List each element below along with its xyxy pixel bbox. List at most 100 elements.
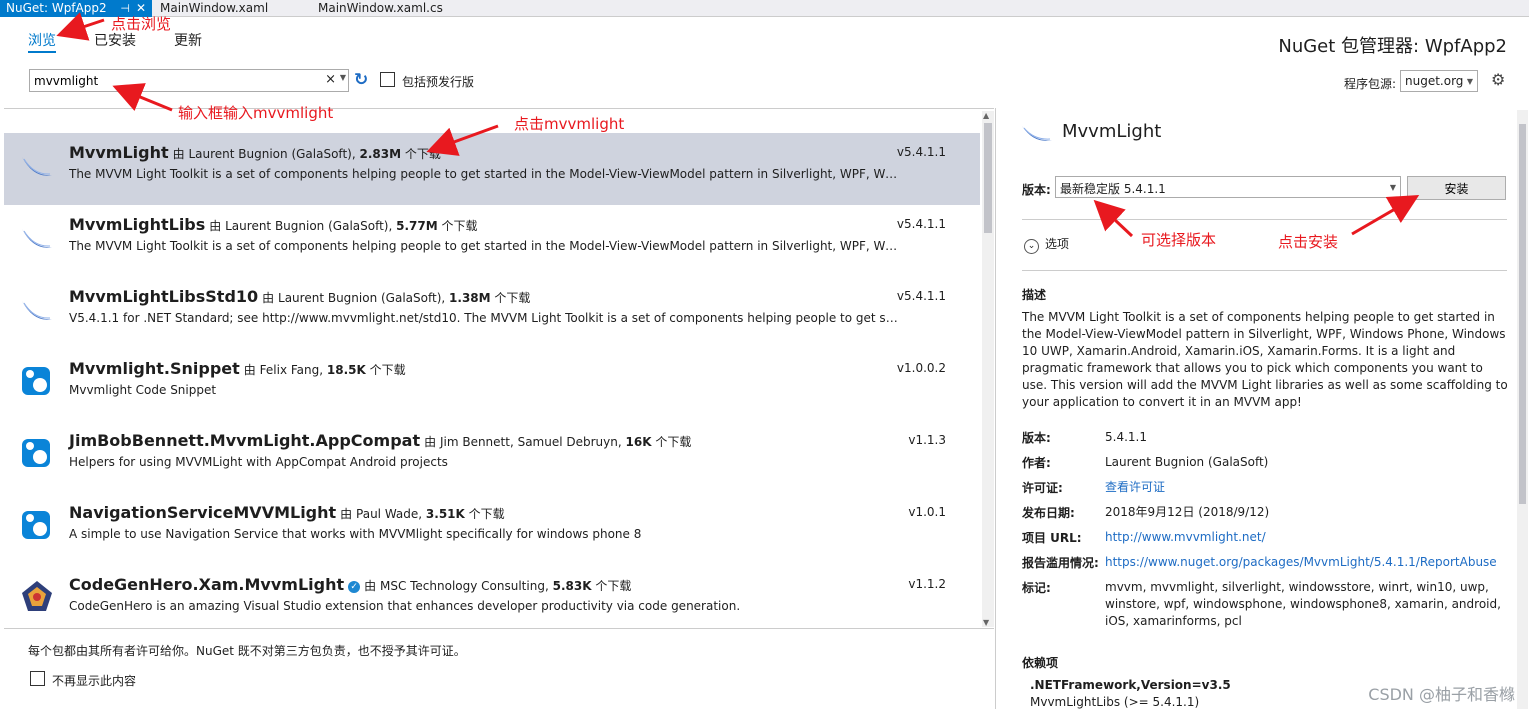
watermark: CSDN @柚子和香橼 — [1368, 685, 1515, 704]
chevron-down-icon: ▼ — [1466, 77, 1473, 86]
package-source-select[interactable]: nuget.org ▼ — [1400, 70, 1478, 92]
detail-title: MvvmLight — [1062, 121, 1162, 142]
tab-label: MainWindow.xaml — [160, 1, 269, 15]
meta-value: 2018年9月12日 (2018/9/12) — [1105, 505, 1270, 519]
package-author: Paul Wade, — [356, 507, 423, 521]
document-tabstrip: NuGet: WpfApp2 ⊣ ✕ MainWindow.xaml MainW… — [0, 0, 1529, 17]
license-link[interactable]: 查看许可证 — [1105, 479, 1505, 496]
scroll-up-icon[interactable]: ▲ — [983, 111, 989, 120]
install-button[interactable]: 安装 — [1407, 176, 1506, 200]
version-select[interactable]: 最新稳定版 5.4.1.1 ▼ — [1055, 176, 1401, 198]
license-note: 每个包都由其所有者许可给你。NuGet 既不对第三方包负责，也不授予其许可证。 — [28, 644, 466, 658]
mvvmlight-logo-icon — [22, 157, 52, 176]
page-title: NuGet 包管理器: WpfApp2 — [1278, 36, 1507, 57]
package-row-1[interactable]: MvvmLightLibs 由 Laurent Bugnion (GalaSoft… — [4, 205, 980, 277]
package-row-2[interactable]: MvvmLightLibsStd10 由 Laurent Bugnion (Gal… — [4, 277, 980, 349]
divider — [1022, 270, 1507, 271]
package-name: CodeGenHero.Xam.MvvmLight — [69, 575, 345, 594]
package-version: v1.0.1 — [908, 505, 946, 519]
report-abuse-link[interactable]: https://www.nuget.org/packages/MvvmLight… — [1105, 554, 1505, 571]
download-suffix: 个下载 — [595, 579, 632, 593]
dependency-group: .NETFramework,Version=v3.5 — [1030, 678, 1231, 692]
gear-icon[interactable]: ⚙ — [1491, 70, 1505, 89]
meta-key: 作者: — [1022, 456, 1051, 470]
nuget-package-icon — [22, 439, 50, 467]
mvvmlight-logo-icon — [1022, 126, 1052, 141]
package-source-value: nuget.org — [1405, 74, 1464, 88]
detail-scrollbar[interactable] — [1517, 110, 1528, 709]
tab-updates[interactable]: 更新 — [174, 30, 202, 50]
package-author: MSC Technology Consulting, — [379, 579, 549, 593]
package-downloads: 16K — [625, 435, 652, 449]
tab-mainwindow-xaml[interactable]: MainWindow.xaml — [154, 0, 268, 17]
package-name: MvvmLightLibs — [69, 215, 206, 234]
package-row-0[interactable]: MvvmLight 由 Laurent Bugnion (GalaSoft), 2… — [4, 133, 980, 205]
package-title-line: CodeGenHero.Xam.MvvmLight ✓ 由 MSC Technolo… — [69, 575, 631, 594]
clear-search-button[interactable]: × — [325, 72, 336, 87]
download-suffix: 个下载 — [441, 219, 478, 233]
package-row-5[interactable]: NavigationServiceMVVMLight 由 Paul Wade, 3… — [4, 493, 980, 565]
by-label: 由 — [209, 219, 222, 233]
package-downloads: 5.77M — [396, 219, 438, 233]
description-text: The MVVM Light Toolkit is a set of compo… — [1022, 310, 1508, 409]
annotation-input-search: 输入框输入mvvmlight — [178, 104, 334, 122]
scroll-down-icon[interactable]: ▼ — [983, 618, 989, 627]
package-name: NavigationServiceMVVMLight — [69, 503, 337, 522]
options-toggle[interactable]: ⌄ 选项 — [1024, 235, 1069, 254]
mvvmlight-logo-icon — [22, 301, 52, 320]
annotation-click-browse: 点击浏览 — [111, 15, 172, 33]
package-list: MvvmLight 由 Laurent Bugnion (GalaSoft), 2… — [4, 108, 994, 628]
package-description: A simple to use Navigation Service that … — [69, 527, 642, 541]
package-downloads: 5.83K — [552, 579, 592, 593]
chevron-down-icon: ▼ — [1389, 183, 1396, 192]
tab-mainwindow-xaml-cs[interactable]: MainWindow.xaml.cs — [312, 0, 443, 17]
by-label: 由 — [424, 435, 437, 449]
tab-browse[interactable]: 浏览 — [28, 30, 56, 53]
package-author: Laurent Bugnion (GalaSoft), — [225, 219, 393, 233]
nuget-package-icon — [22, 367, 50, 395]
package-title-line: NavigationServiceMVVMLight 由 Paul Wade, 3… — [69, 503, 505, 522]
download-suffix: 个下载 — [404, 147, 441, 161]
refresh-icon[interactable]: ↻ — [354, 70, 368, 90]
package-name: Mvvmlight.Snippet — [69, 359, 240, 378]
chevron-down-icon: ⌄ — [1024, 239, 1039, 254]
package-source-label: 程序包源: — [1344, 77, 1397, 91]
chevron-down-icon[interactable]: ▼ — [340, 73, 346, 82]
panel-divider[interactable] — [995, 108, 996, 709]
prerelease-label: 包括预发行版 — [402, 75, 475, 89]
list-scrollbar[interactable]: ▲ ▼ — [982, 111, 994, 627]
package-description: Mvvmlight Code Snippet — [69, 383, 217, 397]
dependency-item: MvvmLightLibs (>= 5.4.1.1) — [1030, 695, 1200, 709]
download-suffix: 个下载 — [468, 507, 505, 521]
nuget-package-icon — [22, 511, 50, 539]
package-version: v1.1.2 — [908, 577, 946, 591]
annotation-click-package: 点击mvvmlight — [514, 115, 625, 133]
by-label: 由 — [262, 291, 275, 305]
verified-icon: ✓ — [348, 581, 361, 593]
scroll-thumb[interactable] — [984, 123, 992, 233]
prerelease-checkbox[interactable] — [380, 72, 395, 87]
package-description: CodeGenHero is an amazing Visual Studio … — [69, 599, 741, 613]
download-suffix: 个下载 — [369, 363, 406, 377]
project-url-link[interactable]: http://www.mvvmlight.net/ — [1105, 529, 1505, 546]
search-input[interactable] — [30, 70, 310, 91]
meta-value: 5.4.1.1 — [1105, 430, 1147, 444]
package-description: The MVVM Light Toolkit is a set of compo… — [69, 239, 899, 253]
scroll-thumb[interactable] — [1519, 124, 1526, 504]
package-row-4[interactable]: JimBobBennett.MvvmLight.AppCompat 由 Jim B… — [4, 421, 980, 493]
package-downloads: 3.51K — [425, 507, 465, 521]
package-name: JimBobBennett.MvvmLight.AppCompat — [69, 431, 421, 450]
package-row-6[interactable]: CodeGenHero.Xam.MvvmLight ✓ 由 MSC Technolo… — [4, 565, 980, 628]
package-downloads: 18.5K — [326, 363, 366, 377]
package-title-line: MvvmLightLibs 由 Laurent Bugnion (GalaSoft… — [69, 215, 478, 234]
by-label: 由 — [340, 507, 353, 521]
meta-key: 发布日期: — [1022, 506, 1075, 520]
by-label: 由 — [172, 147, 185, 161]
divider — [1022, 219, 1507, 220]
meta-value: mvvm, mvvmlight, silverlight, windowssto… — [1105, 580, 1501, 628]
package-title-line: MvvmLight 由 Laurent Bugnion (GalaSoft), 2… — [69, 143, 441, 162]
package-author: Felix Fang, — [259, 363, 324, 377]
package-row-3[interactable]: Mvvmlight.Snippet 由 Felix Fang, 18.5K 个下载… — [4, 349, 980, 421]
package-version: v1.1.3 — [908, 433, 946, 447]
dont-show-checkbox[interactable] — [30, 671, 45, 686]
